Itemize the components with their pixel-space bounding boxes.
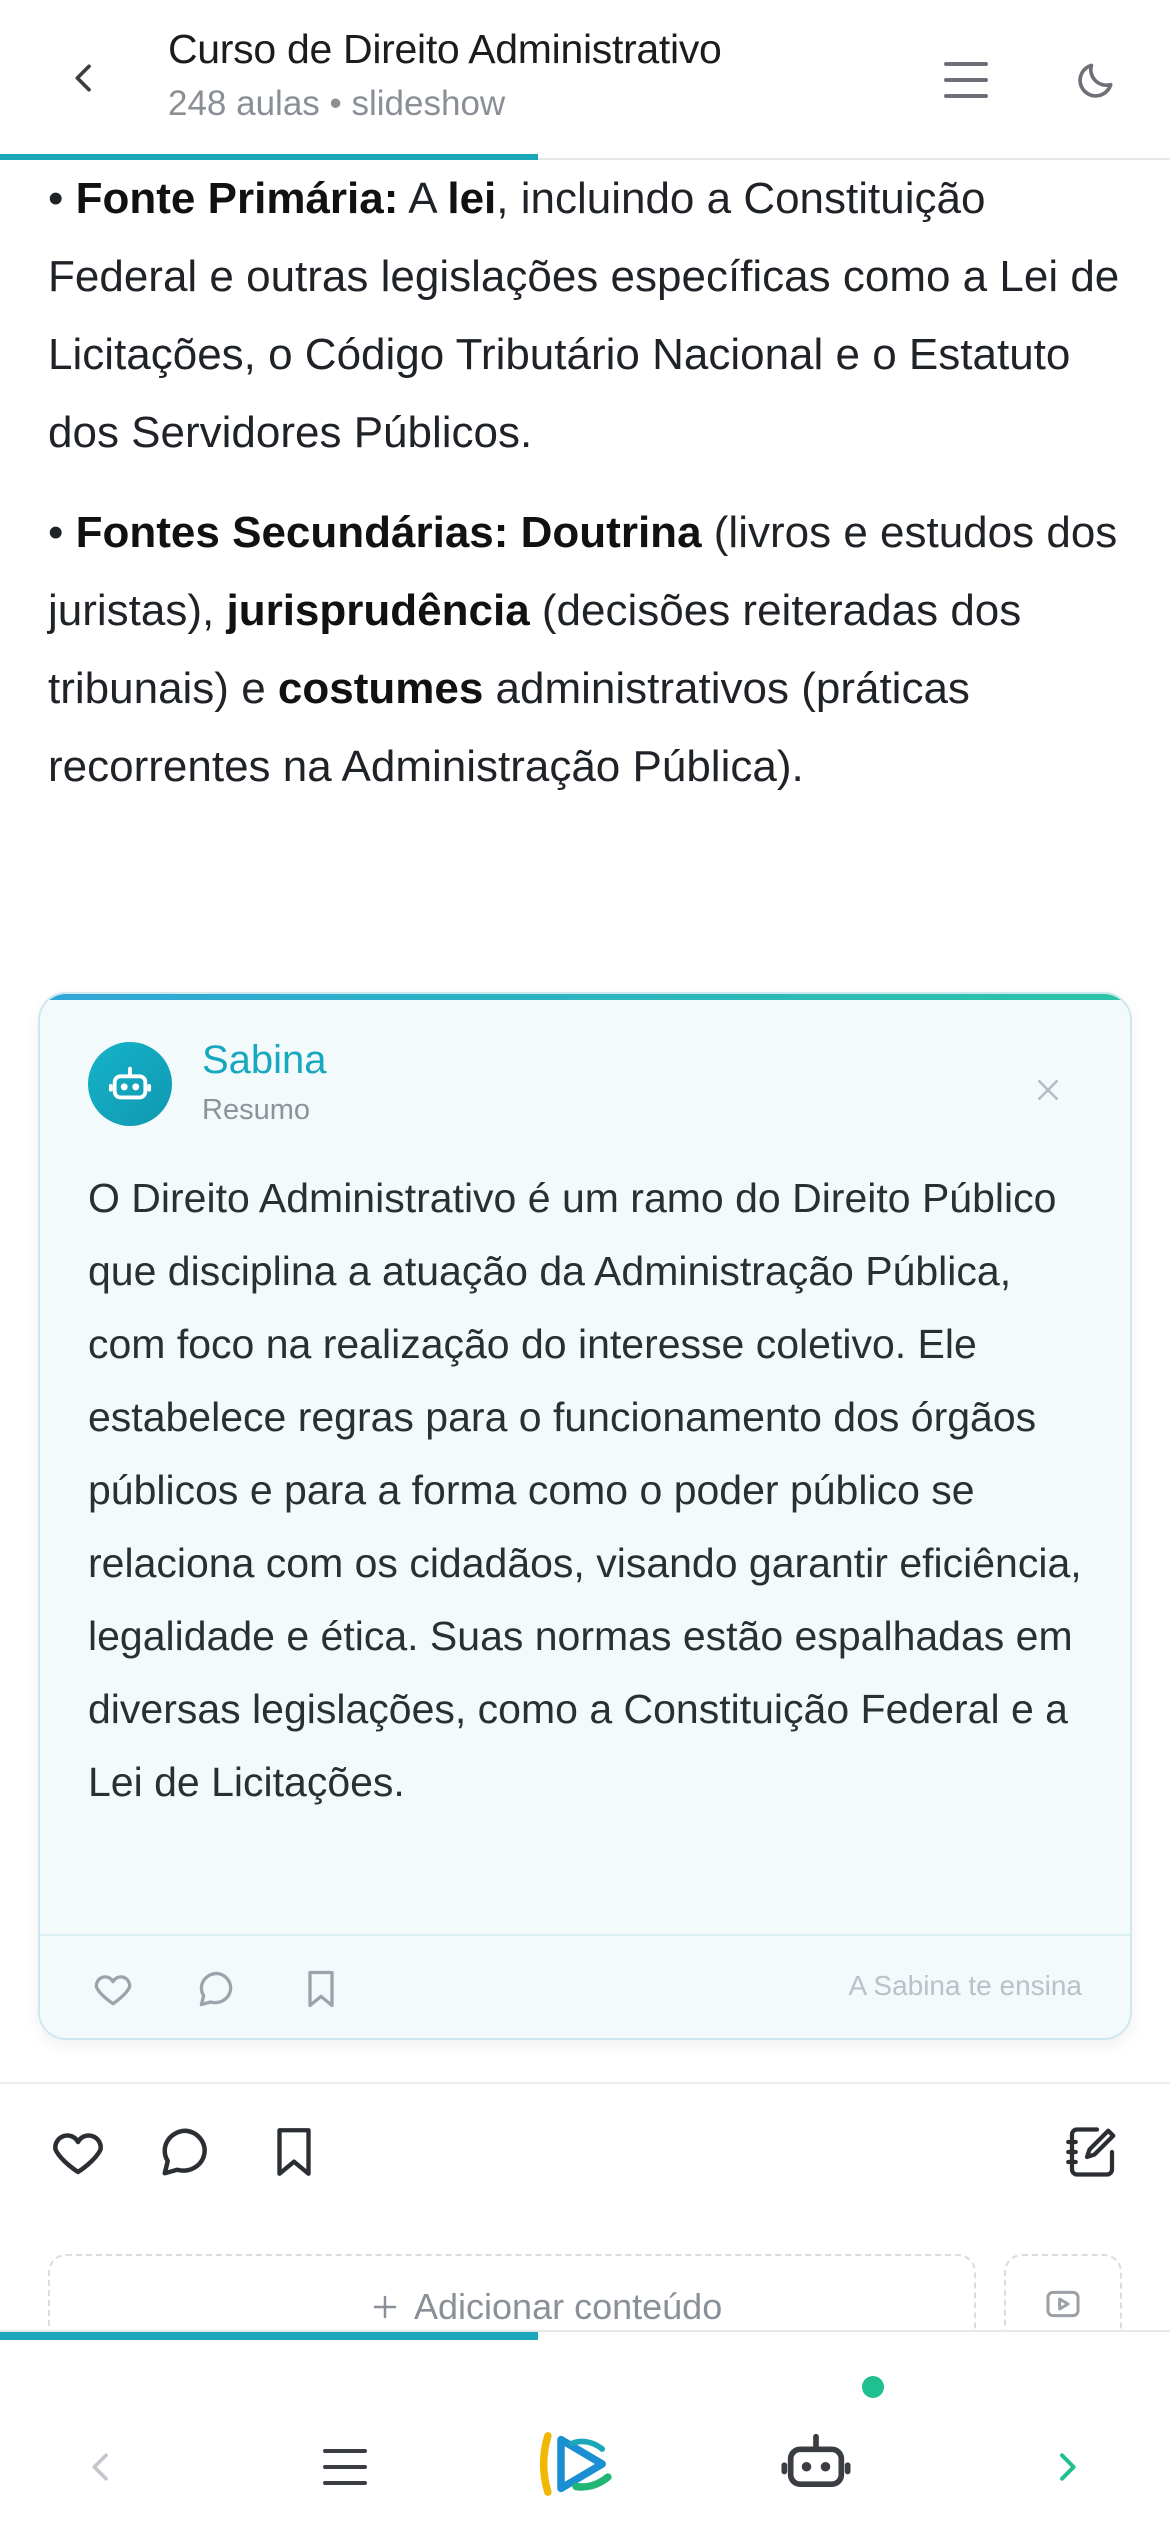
moon-icon [1078, 63, 1113, 98]
course-subtitle: 248 aulas • slideshow [168, 84, 506, 123]
speech-bubble-icon [199, 1971, 233, 2007]
plus-icon [373, 2295, 397, 2319]
robot-icon [781, 2433, 851, 2488]
lesson-progress-bar-bottom [0, 2332, 539, 2340]
like-button[interactable] [40, 2114, 116, 2190]
section-divider [0, 2082, 1170, 2084]
app-header: Curso de Direito Administrativo 248 aula… [0, 0, 1170, 160]
video-icon [1046, 2290, 1080, 2318]
card-accent-line [40, 994, 1130, 1000]
notes-button[interactable] [1054, 2114, 1130, 2190]
robot-icon [108, 1066, 152, 1100]
heart-icon [94, 1975, 132, 2006]
chevron-left-icon [75, 64, 91, 92]
bookmark-button[interactable] [256, 2114, 332, 2190]
secondary-sources-paragraph: • Fontes Secundárias: Doutrina (livros e… [48, 508, 1118, 791]
add-content-row: Adicionar conteúdo [370, 2286, 722, 2328]
summary-text: O Direito Administrativo é um ramo do Di… [88, 1175, 1082, 1805]
lesson-content: • Fonte Primária: A lei, incluindo a Con… [48, 160, 1128, 828]
next-slide-button[interactable] [1022, 2422, 1112, 2512]
sabina-footer-text: A Sabina te ensina [848, 1970, 1082, 2001]
theme-toggle-button[interactable] [1060, 44, 1132, 116]
course-title: Curso de Direito Administrativo [168, 26, 722, 72]
sabina-assistant-button[interactable] [766, 2412, 866, 2512]
menu-button[interactable] [930, 44, 1002, 116]
hamburger-icon [323, 2449, 367, 2485]
close-card-button[interactable] [1020, 1062, 1076, 1118]
card-divider [40, 1934, 1130, 1936]
back-button[interactable] [52, 46, 116, 110]
chevron-left-icon [92, 2453, 108, 2481]
bookmark-icon [308, 1970, 334, 2008]
slides-menu-button[interactable] [300, 2422, 390, 2512]
chevron-right-icon [1060, 2453, 1076, 2481]
play-logo-icon [539, 2432, 612, 2496]
sabina-name: Sabina [202, 1038, 327, 1082]
bottom-navigation [0, 2330, 1170, 2532]
card-comment-button[interactable] [182, 1954, 252, 2024]
card-like-button[interactable] [78, 1954, 148, 2024]
summary-label: Resumo [202, 1094, 310, 1126]
sabina-summary-card: Sabina Resumo O Direito Administrativo é… [38, 992, 1132, 2040]
bookmark-icon [277, 2128, 311, 2176]
speech-bubble-icon [162, 2128, 207, 2176]
notebook-edit-icon [1066, 2127, 1116, 2177]
sabina-avatar [88, 1042, 172, 1126]
primary-source-paragraph: • Fonte Primária: A lei, incluindo a Con… [48, 174, 1120, 457]
heart-icon [53, 2133, 103, 2175]
card-bookmark-button[interactable] [286, 1954, 356, 2024]
add-content-label: Adicionar conteúdo [414, 2286, 723, 2327]
comment-button[interactable] [148, 2114, 224, 2190]
play-logo-button[interactable] [526, 2414, 626, 2514]
previous-slide-button[interactable] [56, 2422, 146, 2512]
hamburger-icon [944, 62, 988, 98]
close-icon [1038, 1080, 1058, 1100]
online-status-dot [862, 2376, 884, 2398]
